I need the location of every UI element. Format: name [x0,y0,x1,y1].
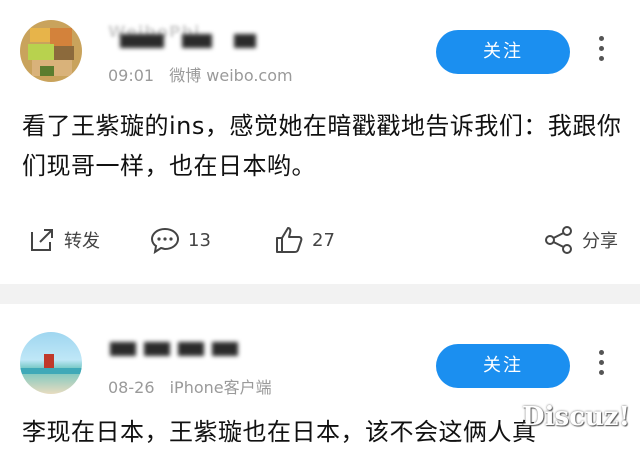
username-redaction [182,34,212,48]
repost-button[interactable]: 转发 [28,218,100,262]
post-time: 08-26 [108,378,155,397]
more-vertical-icon[interactable] [598,350,604,378]
post-meta: 08-26 iPhone客户端 [108,374,272,398]
username-redaction [110,342,136,356]
avatar[interactable] [20,332,82,394]
post-time: 09:01 [108,66,155,85]
share-icon [545,226,572,254]
watermark: Discuz! [522,402,630,432]
post-source: iPhone客户端 [169,378,272,397]
share-button[interactable]: 分享 [544,218,618,262]
avatar[interactable] [20,20,82,82]
like-icon [276,227,303,253]
post-actions: 转发 13 27 分享 [0,218,640,262]
repost-label: 转发 [64,231,100,252]
weibo-post: WeiboPhi 09:01 微博 weibo.com 关注 看了王紫璇的ins… [0,0,640,284]
follow-button[interactable]: 关注 [436,344,570,388]
repost-icon [31,229,53,251]
post-source: 微博 weibo.com [169,66,293,85]
post-meta: 09:01 微博 weibo.com [108,62,293,86]
username-redaction [234,34,256,48]
like-button[interactable]: 27 [274,218,335,262]
comment-count: 13 [188,229,211,251]
username-redaction [120,34,164,48]
follow-button[interactable]: 关注 [436,30,570,74]
post-content: 李现在日本，王紫璇也在日本，该不会这俩人真 [22,418,537,446]
comment-icon [150,227,180,254]
share-label: 分享 [582,231,618,252]
comment-button[interactable]: 13 [150,218,211,262]
post-divider [0,284,640,304]
more-vertical-icon[interactable] [598,36,604,64]
like-count: 27 [312,229,335,251]
username-redaction [144,342,170,356]
post-content: 看了王紫璇的ins，感觉她在暗戳戳地告诉我们：我跟你们现哥一样，也在日本哟。 [22,112,622,180]
username-redaction [178,342,204,356]
username-redaction [212,342,238,356]
